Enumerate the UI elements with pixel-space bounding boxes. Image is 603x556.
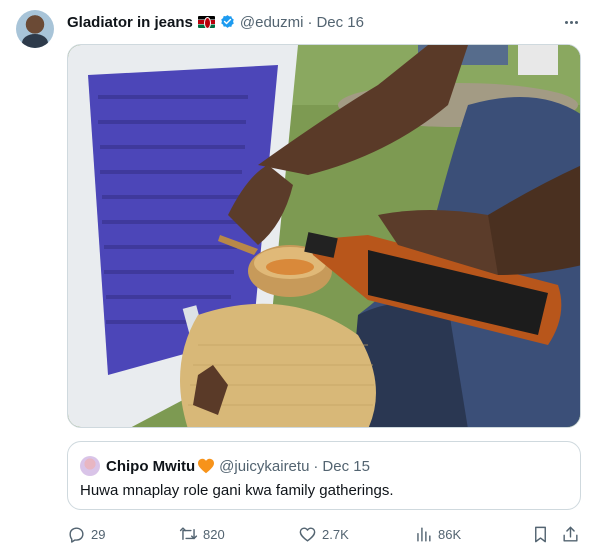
quoted-tweet[interactable]: Chipo Mwitu @juicykairetu · Dec 15 Huwa … xyxy=(67,441,581,510)
reply-icon xyxy=(69,526,84,543)
views-count: 86K xyxy=(438,526,462,542)
tweet[interactable]: Gladiator in jeans @eduzmi · Dec 16 Chip… xyxy=(0,0,603,556)
tweet-date[interactable]: Dec 16 xyxy=(316,14,364,31)
more-options-icon[interactable] xyxy=(561,12,581,32)
repost-count: 820 xyxy=(203,526,225,542)
quoted-tweet-text: Huwa mnaplay role gani kwa family gather… xyxy=(80,482,394,499)
verified-badge-icon xyxy=(221,14,234,28)
orange-heart-icon xyxy=(198,458,215,474)
bookmark-icon xyxy=(535,526,546,542)
photo-illustration xyxy=(68,45,580,427)
views-button[interactable]: 86K xyxy=(414,522,461,546)
like-count: 2.7K xyxy=(322,526,349,542)
quoted-author-display-name: Chipo Mwitu xyxy=(106,457,196,475)
kenya-flag-icon xyxy=(197,16,215,29)
quoted-tweet-date: Dec 15 xyxy=(322,457,370,475)
reply-count: 29 xyxy=(91,526,106,542)
quoted-author-avatar xyxy=(80,456,100,476)
bookmark-button[interactable] xyxy=(531,522,550,546)
like-button[interactable]: 2.7K xyxy=(298,522,349,546)
heart-icon xyxy=(299,526,316,542)
quoted-author-handle: @juicykairetu xyxy=(219,457,310,475)
header-separator: · xyxy=(307,13,313,31)
repost-button[interactable]: 820 xyxy=(179,522,225,546)
tweet-header: Gladiator in jeans @eduzmi · Dec 16 xyxy=(67,12,364,32)
reply-button[interactable]: 29 xyxy=(67,522,105,546)
quoted-tweet-header: Chipo Mwitu @juicykairetu · Dec 15 xyxy=(80,456,370,476)
author-display-name[interactable]: Gladiator in jeans xyxy=(67,14,193,31)
share-button[interactable] xyxy=(561,522,580,546)
repost-icon xyxy=(179,526,198,540)
author-handle[interactable]: @eduzmi xyxy=(240,14,304,31)
quoted-header-separator: · xyxy=(313,457,319,475)
tweet-photo[interactable] xyxy=(67,44,581,428)
share-icon xyxy=(563,526,578,542)
tweet-actions-bar: 29 820 2.7K 86K xyxy=(67,522,581,546)
author-avatar[interactable] xyxy=(16,10,54,48)
views-chart-icon xyxy=(417,526,431,542)
